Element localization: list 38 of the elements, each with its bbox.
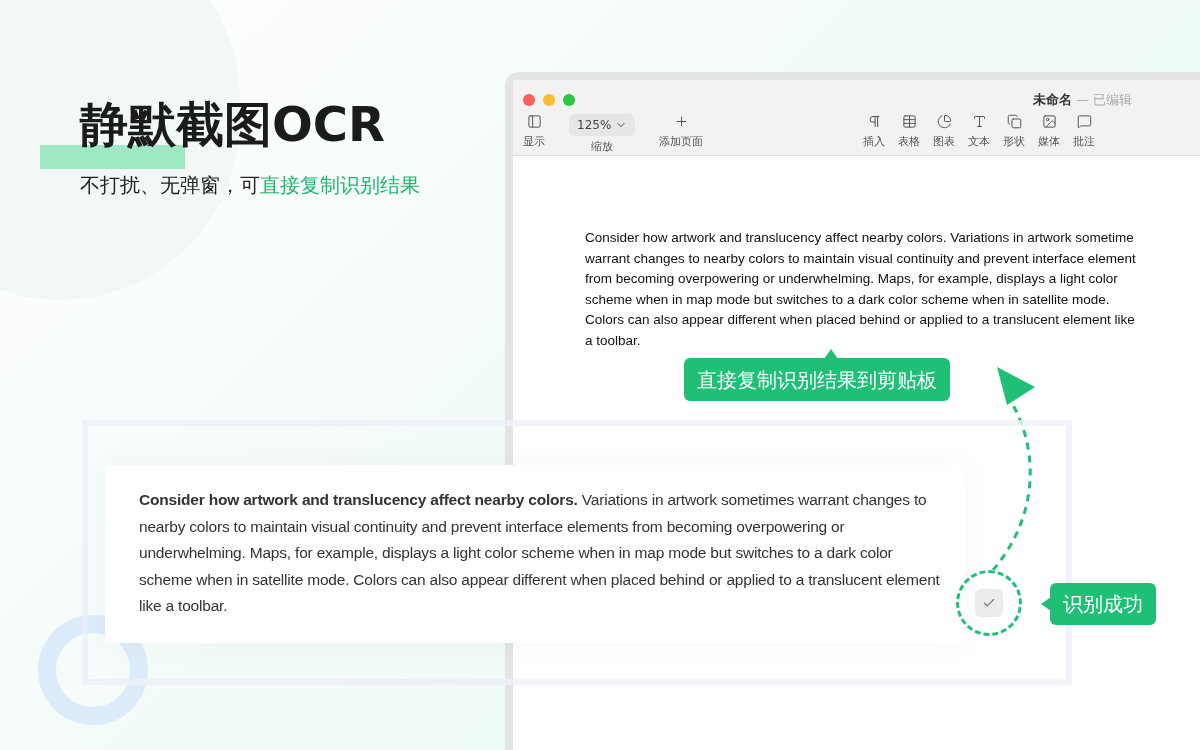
image-icon [1041, 113, 1057, 129]
table-icon [901, 113, 917, 129]
document-text-line: a toolbar. [585, 331, 642, 350]
sidebar-icon [526, 113, 542, 129]
plus-icon [673, 113, 689, 129]
toolbar-button[interactable]: 显示 [523, 113, 545, 150]
headline-subtitle: 不打扰、无弹窗，可直接复制识别结果 [80, 172, 421, 199]
copy-callout: 直接复制识别结果到剪贴板 [684, 358, 950, 401]
success-badge: 识别成功 [1050, 583, 1156, 625]
zoom-dropdown[interactable]: 125% [569, 113, 636, 136]
zoom-button[interactable] [563, 93, 575, 106]
pilcrow-icon [866, 113, 882, 129]
close-button[interactable] [523, 93, 535, 106]
toolbar-button[interactable]: 媒体 [1038, 113, 1061, 150]
headline-title: 静默截图OCR [80, 100, 386, 148]
toolbar-button[interactable]: 插入 [863, 113, 886, 150]
ocr-result-text: Consider how artwork and translucency affect nearby colors. Variations in artwork sometimes warrant changes to nearby colors to maintain visual continuity and prevent interface elements from becoming overpowering or underwhelming. Maps, for example, displays a light color scheme when in map mode but switches to a dark color scheme when in satellite mode. Colors can also appear different when placed behind or applied to a translucent element like a toolbar. [139, 490, 941, 616]
document-text-line: from becoming overpowering or underwhelming. Maps, for example, displays a light color [585, 270, 1119, 288]
pie-chart-icon [936, 113, 952, 129]
toolbar-button[interactable]: 文本 [968, 113, 991, 150]
toolbar-button[interactable]: 形状 [1003, 113, 1026, 150]
comment-icon [1076, 113, 1092, 129]
shapes-icon [1006, 113, 1022, 129]
toolbar-button[interactable]: 批注 [1073, 113, 1096, 150]
document-text-line: scheme when in map mode but switches to a dark color scheme when in satellite mode. [585, 290, 1111, 309]
toolbar-label: 缩放 [591, 138, 614, 155]
badge-pointer [1041, 597, 1051, 611]
toolbar-button[interactable]: 添加页面 [659, 113, 704, 150]
document-status: 已编辑 [1093, 91, 1132, 109]
document-text-line: Consider how artwork and translucency affect nearby colors. Variations in artwork sometime [585, 229, 1135, 247]
toolbar-button[interactable]: 表格 [898, 113, 921, 150]
document-text-line: Colors can also appear different when placed behind or applied to a translucent element like [585, 311, 1136, 329]
title-separator: — [1076, 91, 1089, 109]
text-icon [971, 113, 987, 129]
document-title: 未命名 [1033, 91, 1072, 109]
toolbar-button[interactable]: 图表 [933, 113, 956, 150]
document-text-line: warrant changes to nearby colors to maintain visual continuity and prevent interface element [585, 249, 1137, 268]
minimize-button[interactable] [543, 93, 555, 106]
